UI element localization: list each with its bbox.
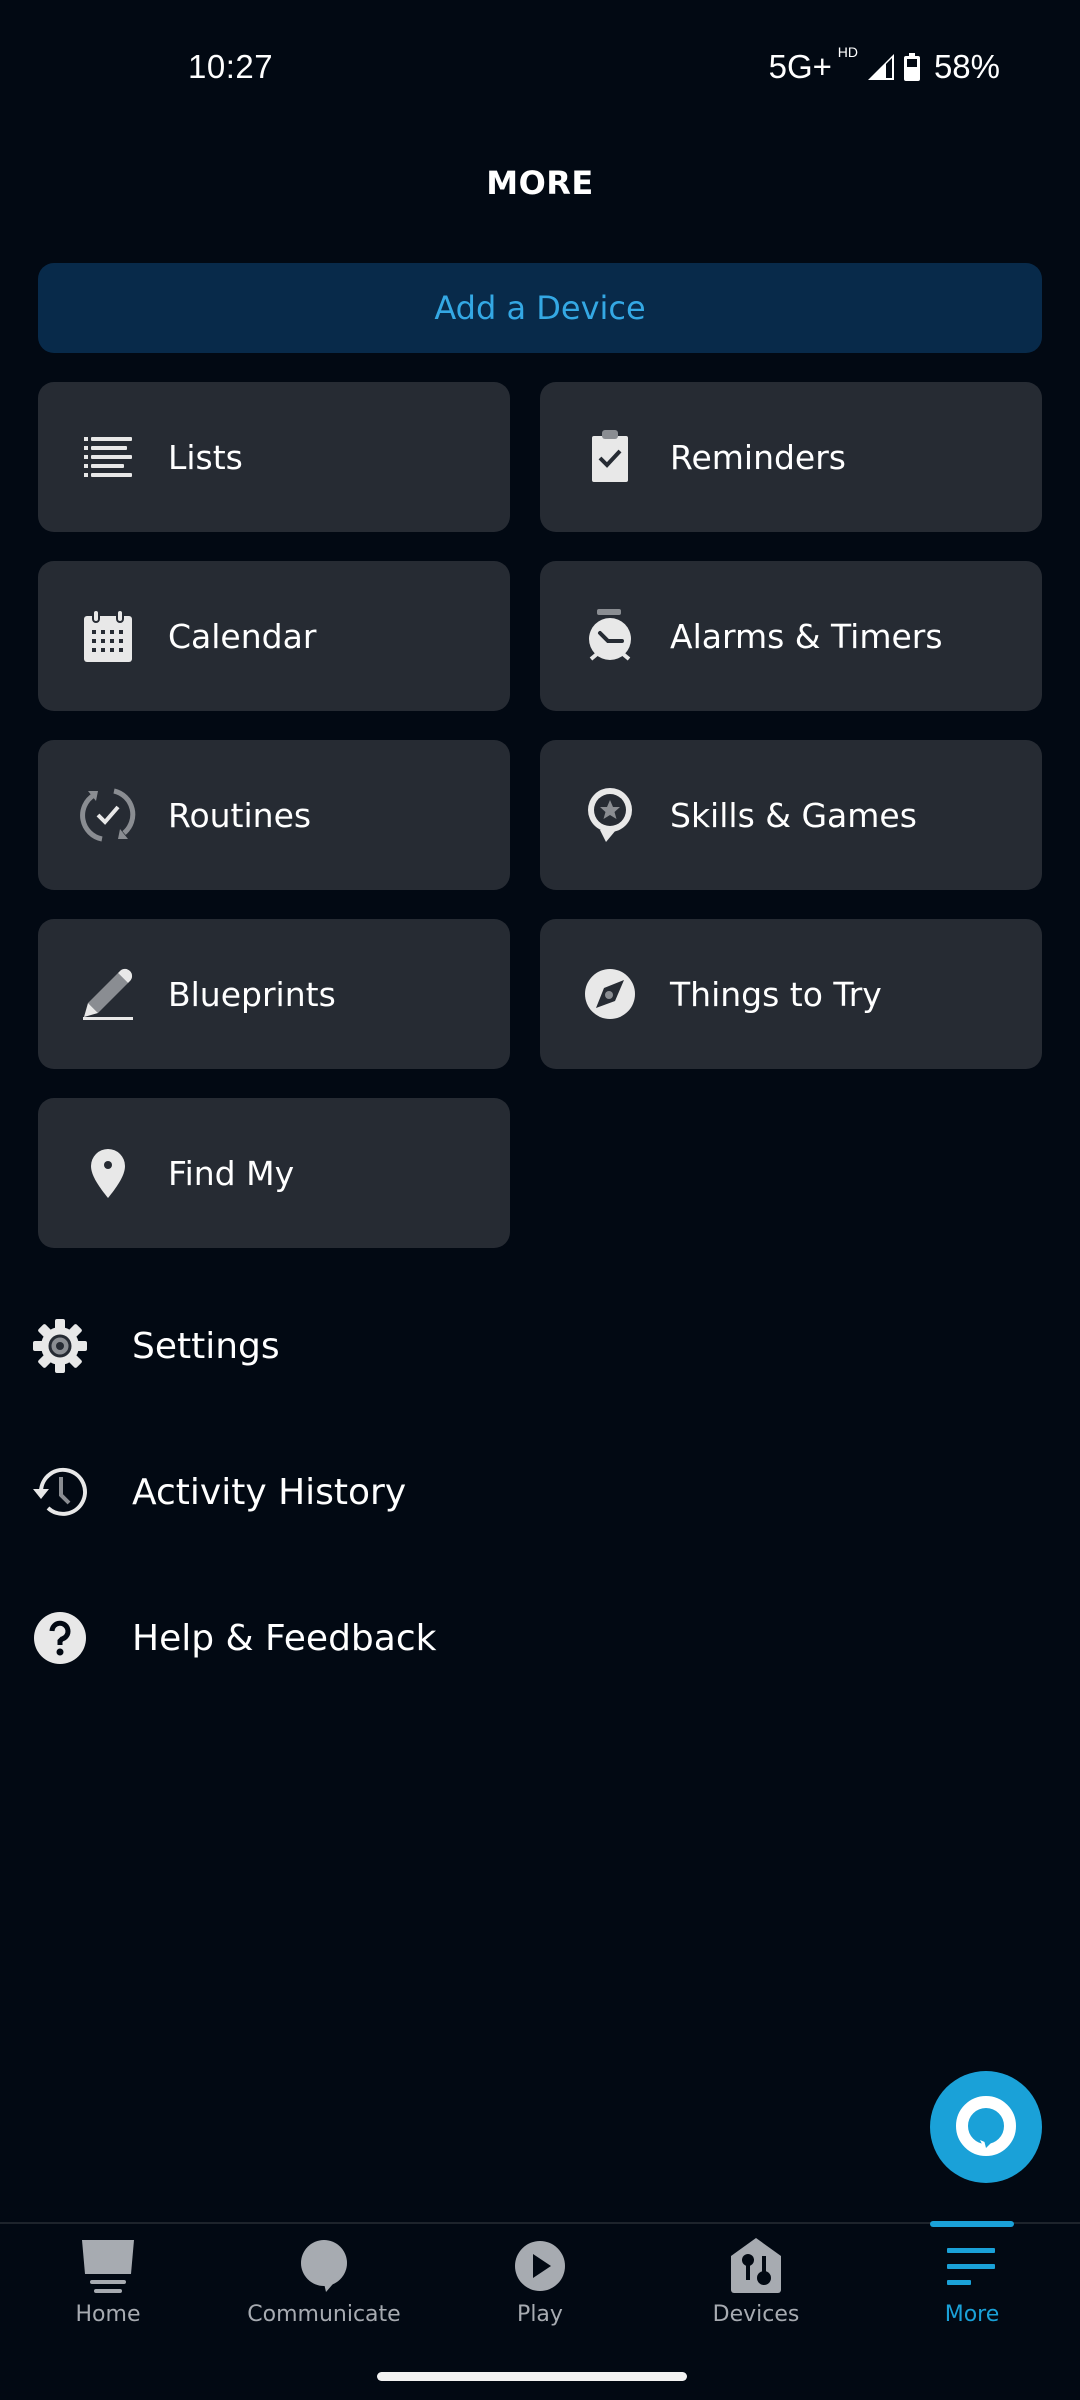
tile-label: Alarms & Timers xyxy=(670,616,943,656)
tile-skills-games[interactable]: Skills & Games xyxy=(540,740,1042,890)
tile-label: Calendar xyxy=(168,616,317,656)
nav-communicate[interactable]: Communicate xyxy=(216,2224,432,2344)
menu-icon xyxy=(942,2236,1002,2296)
tile-lists[interactable]: Lists xyxy=(38,382,510,532)
tile-routines[interactable]: Routines xyxy=(38,740,510,890)
tile-reminders[interactable]: Reminders xyxy=(540,382,1042,532)
alarm-clock-icon xyxy=(580,606,640,666)
chat-bubble-icon xyxy=(294,2236,354,2296)
nav-label: Play xyxy=(517,2302,563,2327)
tile-label: Routines xyxy=(168,795,312,835)
nav-more[interactable]: More xyxy=(864,2221,1080,2344)
pencil-icon xyxy=(78,964,138,1024)
activity-history-label: Activity History xyxy=(132,1471,407,1513)
active-tab-indicator xyxy=(930,2221,1014,2227)
compass-icon xyxy=(580,964,640,1024)
tile-label: Blueprints xyxy=(168,974,336,1014)
home-icon xyxy=(78,2236,138,2296)
nav-play[interactable]: Play xyxy=(432,2224,648,2344)
nav-devices[interactable]: Devices xyxy=(648,2224,864,2344)
tile-blueprints[interactable]: Blueprints xyxy=(38,919,510,1069)
history-icon xyxy=(30,1462,90,1522)
help-icon xyxy=(30,1608,90,1668)
page-title: MORE xyxy=(486,164,594,202)
battery-percent: 58% xyxy=(933,48,1000,85)
tile-label: Lists xyxy=(168,437,243,477)
signal-icon xyxy=(867,54,894,80)
tile-things-to-try[interactable]: Things to Try xyxy=(540,919,1042,1069)
location-pin-icon xyxy=(78,1143,138,1203)
activity-history-row[interactable]: Activity History xyxy=(30,1452,406,1532)
calendar-icon xyxy=(78,606,138,666)
settings-label: Settings xyxy=(132,1325,280,1367)
list-icon xyxy=(78,427,138,487)
nav-label: Communicate xyxy=(247,2302,401,2327)
status-indicators: 5G+ HD 58% xyxy=(768,44,1000,86)
tile-calendar[interactable]: Calendar xyxy=(38,561,510,711)
gesture-handle[interactable] xyxy=(377,2372,687,2381)
bottom-nav: Home Communicate Play Devices More xyxy=(0,2221,1080,2344)
nav-home[interactable]: Home xyxy=(0,2224,216,2344)
routines-icon xyxy=(78,785,138,845)
skills-icon xyxy=(580,785,640,845)
nav-label: Devices xyxy=(712,2302,800,2327)
gear-icon xyxy=(30,1316,90,1376)
help-feedback-row[interactable]: Help & Feedback xyxy=(30,1598,436,1678)
clipboard-check-icon xyxy=(580,427,640,487)
alexa-icon xyxy=(956,2096,1016,2156)
play-icon xyxy=(510,2236,570,2296)
help-feedback-label: Help & Feedback xyxy=(132,1617,437,1659)
battery-icon xyxy=(903,53,920,81)
settings-row[interactable]: Settings xyxy=(30,1306,280,1386)
alexa-button[interactable] xyxy=(930,2071,1042,2183)
tile-label: Skills & Games xyxy=(670,795,917,835)
tile-label: Things to Try xyxy=(670,974,882,1014)
tile-label: Find My xyxy=(168,1153,295,1193)
tile-find-my[interactable]: Find My xyxy=(38,1098,510,1248)
status-time: 10:27 xyxy=(188,48,274,85)
add-device-button[interactable]: Add a Device xyxy=(38,263,1042,353)
hd-badge: HD xyxy=(837,44,858,60)
tile-label: Reminders xyxy=(670,437,846,477)
nav-label: Home xyxy=(75,2302,141,2327)
devices-icon xyxy=(726,2236,786,2296)
nav-label: More xyxy=(944,2302,1000,2327)
tile-alarms-timers[interactable]: Alarms & Timers xyxy=(540,561,1042,711)
network-label: 5G+ xyxy=(768,48,832,85)
network-type: 5G+ HD xyxy=(768,44,858,86)
